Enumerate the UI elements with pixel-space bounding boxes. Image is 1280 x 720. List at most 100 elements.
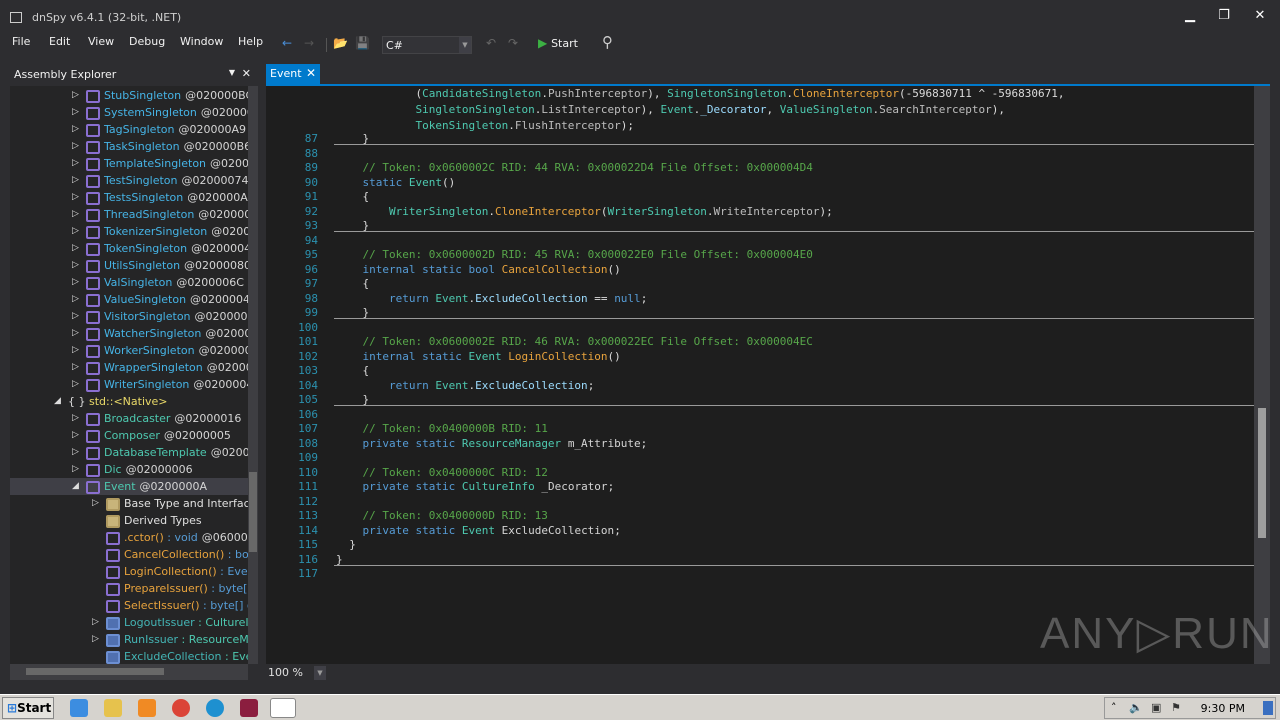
tree-node[interactable]: ▷ Composer @02000005 bbox=[10, 427, 248, 444]
edge-icon[interactable] bbox=[206, 699, 224, 717]
menu-view[interactable]: View bbox=[88, 35, 114, 48]
network-icon[interactable]: ▣ bbox=[1151, 701, 1161, 714]
expand-icon[interactable]: ▷ bbox=[72, 257, 79, 274]
winrar-icon[interactable] bbox=[240, 699, 258, 717]
dropdown-icon[interactable]: ▼ bbox=[229, 68, 235, 77]
tree-node[interactable]: ▷ WorkerSingleton@0200009A bbox=[10, 342, 248, 359]
show-desktop-button[interactable] bbox=[1263, 701, 1273, 715]
expand-icon[interactable]: ▷ bbox=[72, 291, 79, 308]
tree-node[interactable]: Derived Types bbox=[10, 512, 248, 529]
expand-icon[interactable]: ▷ bbox=[72, 240, 79, 257]
expand-icon[interactable]: ▷ bbox=[72, 121, 79, 138]
tree-node[interactable]: SelectIssuer() : byte[] @ bbox=[10, 597, 248, 614]
restore-button[interactable]: ❐ bbox=[1214, 8, 1234, 23]
start-menu-button[interactable]: ⊞Start bbox=[2, 697, 54, 719]
expand-icon[interactable]: ▷ bbox=[72, 308, 79, 325]
open-icon[interactable]: 📂 bbox=[333, 36, 348, 54]
back-icon[interactable]: ← bbox=[282, 36, 292, 54]
expand-icon[interactable]: ▷ bbox=[92, 495, 99, 512]
expand-icon[interactable]: ▷ bbox=[72, 189, 79, 206]
expand-icon[interactable]: ▷ bbox=[72, 461, 79, 478]
tree-node[interactable]: ▷ TokenizerSingleton@020000 bbox=[10, 223, 248, 240]
tree-node[interactable]: ▷ TagSingleton @020000A9 bbox=[10, 121, 248, 138]
tree-node[interactable]: ▷ TaskSingleton @020000B6 bbox=[10, 138, 248, 155]
search-icon[interactable]: ⚲ bbox=[602, 33, 613, 51]
tree-node[interactable]: CancelCollection() : bool bbox=[10, 546, 248, 563]
scroll-thumb[interactable] bbox=[249, 472, 257, 552]
start-button[interactable]: ▶ Start bbox=[538, 36, 578, 54]
expand-icon[interactable]: ▷ bbox=[92, 631, 99, 648]
expand-icon[interactable]: ▷ bbox=[72, 427, 79, 444]
tree-horizontal-scrollbar[interactable] bbox=[10, 664, 248, 680]
close-icon[interactable]: ✕ bbox=[306, 66, 316, 80]
tree-node[interactable]: ▷ WatcherSingleton@020000E bbox=[10, 325, 248, 342]
tree-node[interactable]: ▷ VisitorSingleton@0200004F bbox=[10, 308, 248, 325]
close-icon[interactable]: ✕ bbox=[242, 67, 251, 80]
minimize-button[interactable]: ▁ bbox=[1180, 8, 1200, 23]
scroll-thumb[interactable] bbox=[1258, 408, 1266, 538]
media-player-icon[interactable] bbox=[138, 699, 156, 717]
tree-node[interactable]: ▷ LogoutIssuer : CultureIn bbox=[10, 614, 248, 631]
expand-icon[interactable]: ▷ bbox=[72, 410, 79, 427]
tree-node[interactable]: ▷ StubSingleton @020000BC bbox=[10, 87, 248, 104]
expand-icon[interactable]: ▷ bbox=[72, 342, 79, 359]
tray-expand-icon[interactable]: ˄ bbox=[1111, 701, 1117, 714]
expand-icon[interactable]: ▷ bbox=[72, 172, 79, 189]
tree-node[interactable]: ▷ TokenSingleton@0200004A bbox=[10, 240, 248, 257]
ie-icon[interactable] bbox=[70, 699, 88, 717]
tree-node[interactable]: ▷ WriterSingleton@0200004B bbox=[10, 376, 248, 393]
undo-icon[interactable]: ↶ bbox=[486, 36, 496, 54]
expand-icon[interactable]: ▷ bbox=[72, 359, 79, 376]
tree-node[interactable]: LoginCollection() : Event bbox=[10, 563, 248, 580]
tree-node[interactable]: ▷ TemplateSingleton@020000 bbox=[10, 155, 248, 172]
editor-vertical-scrollbar[interactable] bbox=[1254, 86, 1270, 664]
tree-vertical-scrollbar[interactable] bbox=[248, 86, 258, 664]
zoom-level[interactable]: 100 % bbox=[268, 666, 303, 679]
redo-icon[interactable]: ↷ bbox=[508, 36, 518, 54]
explorer-icon[interactable] bbox=[104, 699, 122, 717]
tree-node[interactable]: ▷ TestSingleton @02000074 bbox=[10, 172, 248, 189]
chevron-down-icon[interactable]: ▼ bbox=[314, 666, 326, 680]
expand-icon[interactable]: ▷ bbox=[72, 325, 79, 342]
collapse-icon[interactable]: ◢ bbox=[54, 393, 61, 410]
tree-node[interactable]: ▷ ValSingleton @0200006C bbox=[10, 274, 248, 291]
menu-help[interactable]: Help bbox=[238, 35, 263, 48]
collapse-icon[interactable]: ◢ bbox=[72, 478, 79, 495]
expand-icon[interactable]: ▷ bbox=[72, 87, 79, 104]
tree-node[interactable]: ▷ RunIssuer : ResourceMa bbox=[10, 631, 248, 648]
language-select[interactable]: C# ▼ bbox=[382, 36, 472, 54]
menu-edit[interactable]: Edit bbox=[49, 35, 70, 48]
expand-icon[interactable]: ▷ bbox=[72, 104, 79, 121]
tree-node[interactable]: ▷ Dic @02000006 bbox=[10, 461, 248, 478]
expand-icon[interactable]: ▷ bbox=[72, 376, 79, 393]
expand-icon[interactable]: ▷ bbox=[72, 206, 79, 223]
tree-node[interactable]: .cctor() : void@0600002 bbox=[10, 529, 248, 546]
tree-node[interactable]: ◢ Event @0200000A bbox=[10, 478, 248, 495]
tree-node[interactable]: ▷ Base Type and Interface bbox=[10, 495, 248, 512]
tree-node[interactable]: ◢ { } std::<Native> bbox=[10, 393, 248, 410]
flag-icon[interactable]: ⚑ bbox=[1171, 701, 1181, 714]
forward-icon[interactable]: → bbox=[304, 36, 314, 54]
menu-window[interactable]: Window bbox=[180, 35, 223, 48]
tree-node[interactable]: ▷ Broadcaster @02000016 bbox=[10, 410, 248, 427]
expand-icon[interactable]: ▷ bbox=[92, 614, 99, 631]
tree-node[interactable]: ▷ ValueSingleton@02000049 bbox=[10, 291, 248, 308]
tree-node[interactable]: ▷ UtilsSingleton @02000080 bbox=[10, 257, 248, 274]
dnspy-taskbar-button[interactable] bbox=[270, 698, 296, 718]
expand-icon[interactable]: ▷ bbox=[72, 138, 79, 155]
save-icon[interactable]: 💾 bbox=[355, 36, 370, 54]
tab-event[interactable]: Event ✕ bbox=[266, 64, 320, 84]
tree-node[interactable]: ExcludeCollection : Even bbox=[10, 648, 248, 664]
menu-file[interactable]: File bbox=[12, 35, 30, 48]
scroll-thumb[interactable] bbox=[26, 668, 164, 675]
expand-icon[interactable]: ▷ bbox=[72, 155, 79, 172]
close-button[interactable]: ✕ bbox=[1250, 8, 1270, 23]
menu-debug[interactable]: Debug bbox=[129, 35, 165, 48]
expand-icon[interactable]: ▷ bbox=[72, 274, 79, 291]
tree-node[interactable]: ▷ SystemSingleton@020000B1 bbox=[10, 104, 248, 121]
tree-node[interactable]: ▷ WrapperSingleton@020000I bbox=[10, 359, 248, 376]
tree-node[interactable]: ▷ DatabaseTemplate@020000 bbox=[10, 444, 248, 461]
chrome-icon[interactable] bbox=[172, 699, 190, 717]
tree-node[interactable]: ▷ TestsSingleton @020000A1 bbox=[10, 189, 248, 206]
code-editor[interactable]: (CandidateSingleton.PushInterceptor), Si… bbox=[266, 86, 1270, 664]
